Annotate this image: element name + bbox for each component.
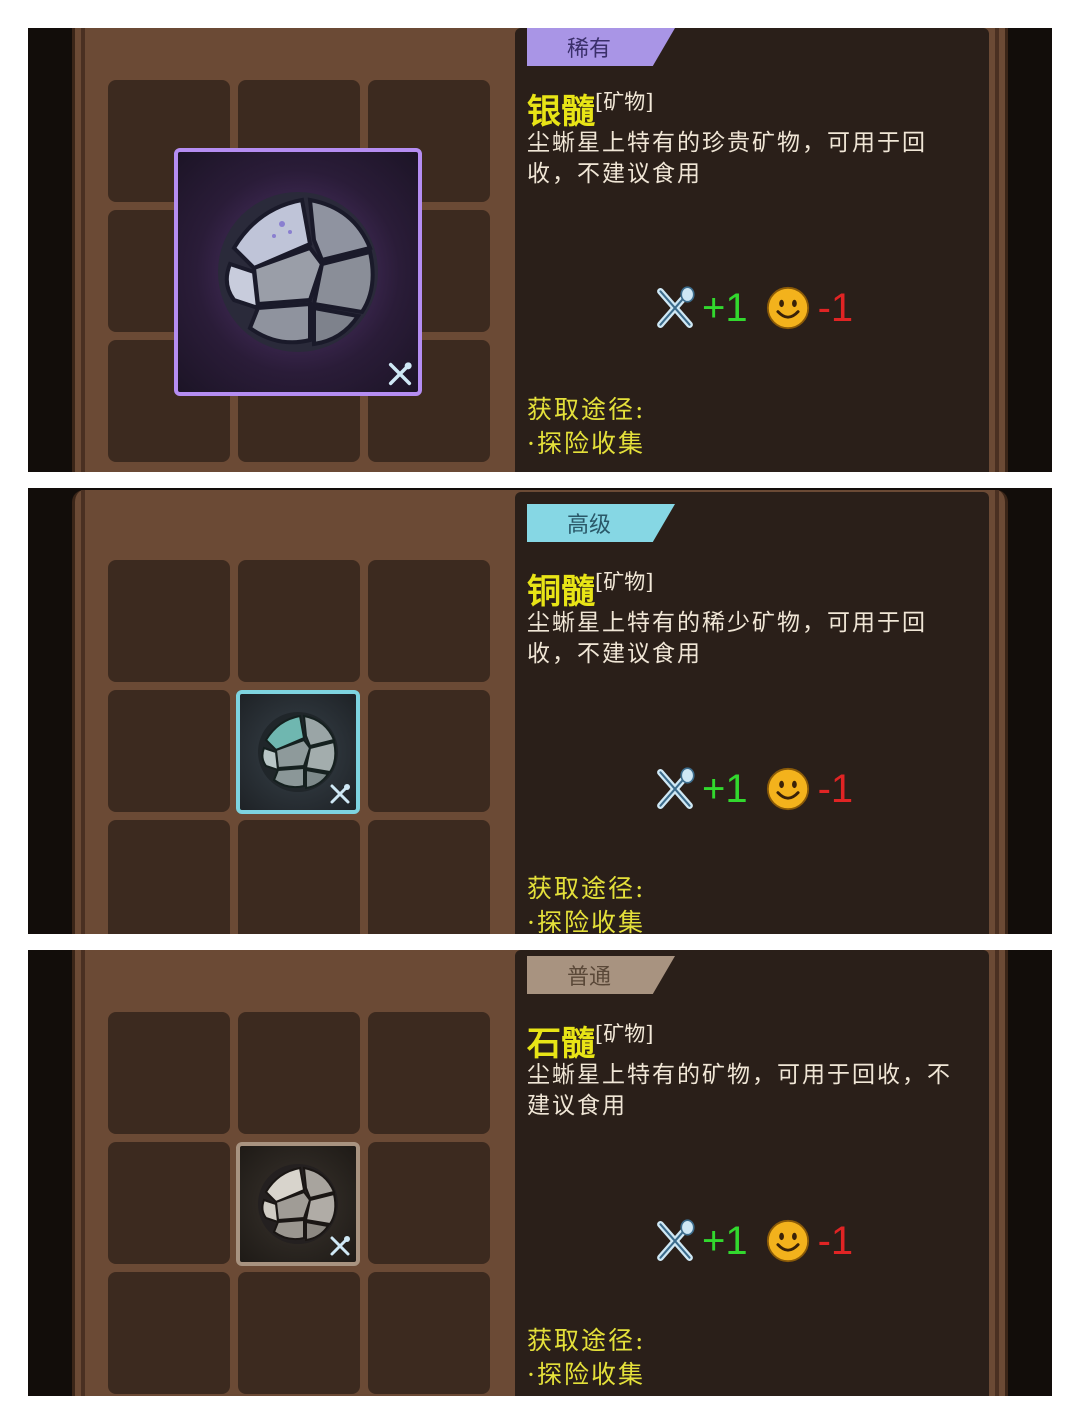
item-stats: +1 -1 <box>650 283 853 333</box>
fork-spoon-icon <box>330 784 350 804</box>
inventory-cell[interactable] <box>108 820 230 934</box>
fork-spoon-icon <box>388 362 412 386</box>
selected-item-slot[interactable] <box>174 148 422 396</box>
mood-value: -1 <box>817 285 854 330</box>
item-info-pane: 稀有 银髓[矿物] 尘蜥星上特有的珍贵矿物，可用于回收，不建议食用 +1 -1 … <box>515 28 989 472</box>
acquisition-method: ·探险收集 <box>527 1360 645 1389</box>
item-category: [矿物] <box>595 1022 654 1046</box>
acquisition-label: 获取途径: <box>527 1326 646 1355</box>
inventory-cell[interactable] <box>108 560 230 682</box>
smiley-face-icon <box>766 1219 809 1263</box>
rarity-tag: 普通 <box>527 956 675 994</box>
item-category: [矿物] <box>595 570 654 594</box>
item-title: 石髓[矿物] <box>527 1016 653 1065</box>
fork-spoon-icon <box>330 1236 350 1256</box>
item-name: 银髓 <box>527 92 595 132</box>
acquisition-label: 获取途径: <box>527 395 646 424</box>
hunger-value: +1 <box>702 766 748 811</box>
item-description: 尘蜥星上特有的稀少矿物，可用于回收，不建议食用 <box>527 610 927 667</box>
inventory-cell[interactable] <box>238 560 360 682</box>
smiley-face-icon <box>766 767 809 811</box>
inventory-cell[interactable] <box>368 820 490 934</box>
acquisition-section: 获取途径: ·探险收集 <box>527 393 645 461</box>
inventory-cell[interactable] <box>238 820 360 934</box>
hunger-value: +1 <box>702 285 748 330</box>
item-name: 石髓 <box>527 1024 595 1064</box>
item-panel-stone-marrow: 普通 石髓[矿物] 尘蜥星上特有的矿物，可用于回收，不建议食用 +1 -1 获取… <box>28 950 1052 1396</box>
selected-item-slot[interactable] <box>236 690 360 814</box>
item-title: 银髓[矿物] <box>527 84 653 133</box>
fork-spoon-icon <box>657 286 695 328</box>
rarity-label: 稀有 <box>567 37 612 62</box>
acquisition-section: 获取途径: ·探险收集 <box>527 1324 645 1392</box>
inventory-cell[interactable] <box>368 1272 490 1394</box>
acquisition-method: ·探险收集 <box>527 908 645 934</box>
ore-ball-icon <box>218 192 378 352</box>
inventory-cell[interactable] <box>368 690 490 812</box>
inventory-cell[interactable] <box>108 1272 230 1394</box>
item-info-pane: 普通 石髓[矿物] 尘蜥星上特有的矿物，可用于回收，不建议食用 +1 -1 获取… <box>515 950 989 1396</box>
rarity-label: 高级 <box>567 513 612 538</box>
item-description: 尘蜥星上特有的珍贵矿物，可用于回收，不建议食用 <box>527 130 927 187</box>
item-title: 铜髓[矿物] <box>527 564 653 613</box>
item-panel-silver-marrow: 稀有 银髓[矿物] 尘蜥星上特有的珍贵矿物，可用于回收，不建议食用 +1 -1 … <box>28 28 1052 472</box>
inventory-cell[interactable] <box>238 1272 360 1394</box>
rarity-tag: 高级 <box>527 504 675 542</box>
mood-value: -1 <box>817 1218 854 1263</box>
item-name: 铜髓 <box>527 572 595 612</box>
hunger-value: +1 <box>702 1218 748 1263</box>
item-stats: +1 -1 <box>650 1216 853 1266</box>
item-panel-copper-marrow: 高级 铜髓[矿物] 尘蜥星上特有的稀少矿物，可用于回收，不建议食用 +1 -1 … <box>28 488 1052 934</box>
inventory-cell[interactable] <box>238 1012 360 1134</box>
mood-value: -1 <box>817 766 854 811</box>
rarity-tag: 稀有 <box>527 28 675 66</box>
item-stats: +1 -1 <box>650 764 853 814</box>
inventory-cell[interactable] <box>368 1142 490 1264</box>
smiley-face-icon <box>766 286 809 330</box>
item-info-pane: 高级 铜髓[矿物] 尘蜥星上特有的稀少矿物，可用于回收，不建议食用 +1 -1 … <box>515 492 989 934</box>
rarity-label: 普通 <box>567 965 612 990</box>
fork-spoon-icon <box>657 767 695 809</box>
acquisition-method: ·探险收集 <box>527 429 645 458</box>
inventory-cell[interactable] <box>108 1012 230 1134</box>
fork-spoon-icon <box>657 1219 695 1261</box>
acquisition-section: 获取途径: ·探险收集 <box>527 872 645 934</box>
acquisition-label: 获取途径: <box>527 874 646 903</box>
item-category: [矿物] <box>595 90 654 114</box>
selected-item-slot[interactable] <box>236 1142 360 1266</box>
inventory-cell[interactable] <box>368 1012 490 1134</box>
item-description: 尘蜥星上特有的矿物，可用于回收，不建议食用 <box>527 1062 952 1119</box>
inventory-cell[interactable] <box>368 560 490 682</box>
inventory-cell[interactable] <box>108 1142 230 1264</box>
inventory-cell[interactable] <box>108 690 230 812</box>
